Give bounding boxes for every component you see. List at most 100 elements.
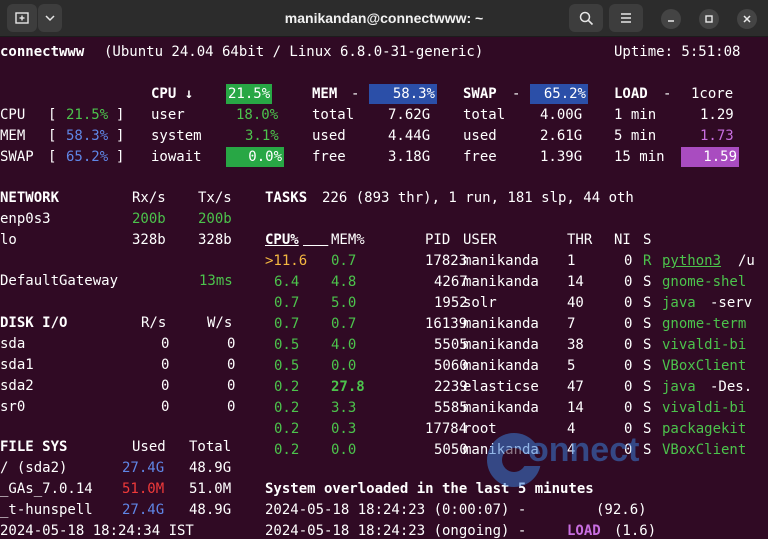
proc-cpu: 0.2 [274, 421, 300, 437]
proc-header-state[interactable]: S [643, 230, 651, 250]
new-tab-icon [15, 12, 29, 24]
network-lo-rx: 328b [132, 232, 166, 248]
proc-header-ni[interactable]: NI [614, 230, 631, 250]
disk-row-read: 0 [161, 336, 170, 352]
search-button[interactable] [569, 4, 603, 32]
proc-header-thr[interactable]: THR [567, 230, 592, 250]
mem-total-percent: 58.3% [369, 84, 437, 104]
swap-used-label: used [463, 128, 497, 144]
load-5min-value: 1.73 [700, 128, 734, 144]
swap-dash: - [512, 86, 521, 102]
quicklook-mem-label: MEM [0, 128, 26, 144]
proc-user: solr [463, 295, 497, 311]
proc-state: S [643, 295, 652, 311]
load-15min-value: 1.59 [681, 147, 739, 167]
tasks-title: TASKS [265, 190, 308, 206]
fs-row-total: 51.0M [189, 481, 232, 497]
connectwww-watermark-logo: onnect [484, 424, 654, 504]
quicklook-mem-value: 58.3% [66, 128, 109, 144]
proc-command[interactable]: gnome-shel [662, 272, 746, 292]
proc-header-cpu[interactable]: CPU% [265, 230, 299, 250]
proc-ni: 0 [624, 274, 633, 290]
fs-row-name: _t-hunspell [0, 502, 93, 518]
window-title: manikandan@connectwww: ~ [284, 10, 484, 26]
cpu-iowait-value: 0.0% [226, 147, 284, 167]
proc-cpu: 0.2 [274, 442, 300, 458]
quicklook-swap-value: 65.2% [66, 149, 109, 165]
proc-mem: 0.3 [331, 421, 357, 437]
disk-write-header: W/s [207, 315, 233, 331]
proc-state: S [643, 379, 652, 395]
cpu-title: CPU ↓ [151, 86, 194, 102]
disk-row-name: sda1 [0, 357, 34, 373]
fs-row-used: 27.4G [122, 502, 165, 518]
proc-cpu: >11.6 [265, 253, 308, 269]
proc-thr: 14 [567, 274, 584, 290]
network-rx-header: Rx/s [132, 190, 166, 206]
proc-state: S [643, 316, 652, 332]
clock: 2024-05-18 18:24:34 IST [0, 523, 194, 539]
quicklook-cpu-open-bracket: [ [48, 107, 57, 123]
proc-command[interactable]: vivaldi-bi [662, 335, 746, 355]
window-titlebar: manikandan@connectwww: ~ [0, 0, 768, 37]
proc-command[interactable]: python3 [662, 251, 721, 271]
proc-cpu: 0.5 [274, 337, 300, 353]
proc-user: manikanda [463, 253, 539, 269]
proc-ni: 0 [624, 400, 633, 416]
proc-command[interactable]: java [662, 293, 696, 313]
cpu-system-label: system [151, 128, 202, 144]
tab-menu-button[interactable] [38, 4, 62, 32]
swap-title: SWAP [463, 86, 497, 102]
disk-title: DISK I/O [0, 315, 68, 331]
proc-header-pid[interactable]: PID [425, 230, 450, 250]
maximize-button[interactable] [699, 9, 719, 29]
proc-cpu: 0.7 [274, 316, 300, 332]
cpu-iowait-label: iowait [151, 149, 202, 165]
fs-row-name: / (sda2) [0, 460, 68, 476]
proc-args: -Des. [710, 379, 753, 395]
network-title: NETWORK [0, 190, 60, 206]
proc-header-user[interactable]: USER [463, 230, 497, 250]
disk-row-read: 0 [161, 357, 170, 373]
proc-command[interactable]: java [662, 377, 696, 397]
swap-total-label: total [463, 107, 506, 123]
proc-state: R [643, 253, 652, 269]
close-button[interactable] [737, 9, 757, 29]
proc-user: manikanda [463, 274, 539, 290]
proc-command[interactable]: vivaldi-bi [662, 398, 746, 418]
proc-user: manikanda [463, 400, 539, 416]
minimize-button[interactable] [661, 9, 681, 29]
mem-total-value: 7.62G [388, 107, 431, 123]
fs-row-name: _GAs_7.0.14 [0, 481, 93, 497]
network-lo-name: lo [0, 232, 17, 248]
proc-mem: 0.0 [331, 442, 357, 458]
proc-command[interactable]: VBoxClient [662, 440, 746, 460]
proc-header-mem[interactable]: MEM% [331, 230, 365, 250]
proc-command[interactable]: packagekit [662, 419, 746, 439]
proc-thr: 5 [567, 358, 576, 374]
disk-row-name: sda [0, 336, 26, 352]
alert-value: (1.6) [614, 523, 657, 539]
proc-args: /u [738, 253, 755, 269]
fs-title: FILE SYS [0, 439, 68, 455]
proc-thr: 47 [567, 379, 584, 395]
proc-pid: 17823 [425, 253, 468, 269]
new-tab-button[interactable] [7, 4, 37, 32]
menu-button[interactable] [609, 4, 643, 32]
mem-used-label: used [312, 128, 346, 144]
proc-state: S [643, 337, 652, 353]
proc-command[interactable]: gnome-term [662, 314, 746, 334]
mem-total-label: total [312, 107, 355, 123]
fs-row-used: 51.0M [122, 481, 165, 497]
disk-row-read: 0 [161, 378, 170, 394]
terminal-area[interactable]: connectwww (Ubuntu 24.04 64bit / Linux 6… [0, 38, 768, 539]
proc-command[interactable]: VBoxClient [662, 356, 746, 376]
quicklook-cpu-value: 21.5% [66, 107, 109, 123]
network-tx-header: Tx/s [198, 190, 232, 206]
gateway-label: DefaultGateway [0, 273, 119, 289]
quicklook-swap-label: SWAP [0, 149, 34, 165]
proc-mem: 5.0 [331, 295, 357, 311]
disk-row-name: sr0 [0, 399, 26, 415]
alert-time: 2024-05-18 18:24:23 (ongoing) - [265, 523, 527, 539]
proc-ni: 0 [624, 316, 633, 332]
